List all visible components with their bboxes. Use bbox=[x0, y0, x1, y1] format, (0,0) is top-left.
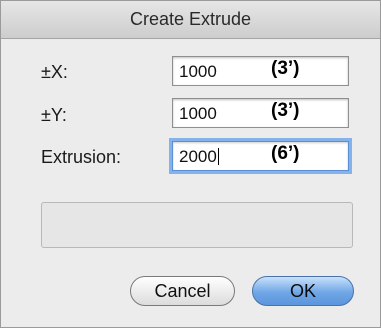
x-input[interactable]: 1000 bbox=[172, 56, 349, 86]
extrusion-label: Extrusion: bbox=[41, 147, 122, 167]
x-annotation: (3’) bbox=[271, 58, 300, 79]
y-annotation: (3’) bbox=[271, 100, 300, 121]
text-cursor bbox=[217, 148, 219, 165]
dialog-title: Create Extrude bbox=[129, 9, 252, 29]
x-value: 1000 bbox=[179, 62, 217, 81]
extrusion-annotation: (6’) bbox=[271, 143, 300, 164]
extrusion-value: 2000 bbox=[179, 147, 219, 166]
cancel-button[interactable]: Cancel bbox=[130, 276, 235, 306]
dialog-title-bar[interactable]: Create Extrude bbox=[1, 1, 380, 39]
x-label: ±X: bbox=[41, 62, 68, 82]
extrusion-input[interactable]: 2000 bbox=[172, 141, 349, 171]
message-area bbox=[41, 202, 353, 248]
y-input[interactable]: 1000 bbox=[172, 98, 349, 128]
y-label: ±Y: bbox=[41, 105, 67, 125]
y-value: 1000 bbox=[179, 104, 217, 123]
create-extrude-dialog: Create Extrude ±X: 1000 (3’) ±Y: 1000 (3… bbox=[0, 0, 381, 328]
ok-button[interactable]: OK bbox=[252, 276, 354, 306]
